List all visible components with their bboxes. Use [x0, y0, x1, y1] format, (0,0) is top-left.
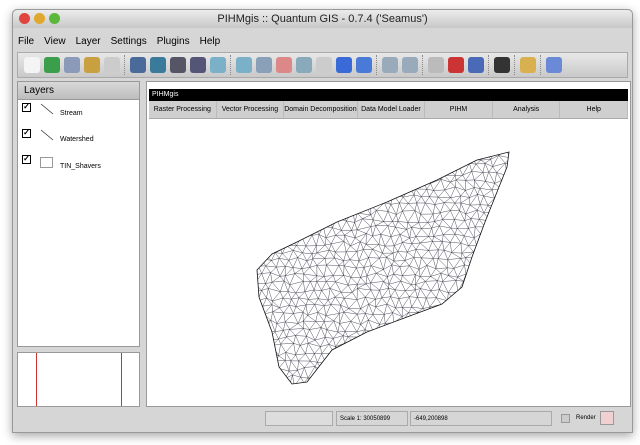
layer-item[interactable]: ✓ TIN_Shavers	[18, 152, 139, 178]
layer-checkbox[interactable]: ✓	[22, 155, 31, 164]
polygon-symbol-icon	[40, 157, 53, 168]
new-project-icon[interactable]	[24, 57, 40, 73]
whats-this-icon[interactable]	[494, 57, 510, 73]
plugin-b-icon[interactable]	[546, 57, 562, 73]
add-raster-icon[interactable]	[130, 57, 146, 73]
pihm-menu-item[interactable]: Analysis	[493, 101, 561, 118]
pihm-menu-item[interactable]: Vector Processing	[217, 101, 285, 118]
toolbar-separator	[540, 55, 542, 75]
toolbar-separator	[376, 55, 378, 75]
close-button[interactable]	[19, 13, 30, 24]
mesh-edges	[257, 152, 509, 384]
layer-item[interactable]: ✓ Watershed	[18, 126, 139, 152]
pihm-menu-item[interactable]: Data Model Loader	[358, 101, 426, 118]
menu-bar: File View Layer Settings Plugins Help	[17, 34, 221, 49]
pihm-menu-item[interactable]: Domain Decomposition	[284, 101, 358, 118]
add-vector-icon[interactable]	[150, 57, 166, 73]
pihm-menu-item[interactable]: Help	[560, 101, 629, 118]
menu-settings[interactable]: Settings	[110, 34, 148, 49]
line-symbol-icon	[40, 129, 54, 141]
scale-display: Scale 1: 30050899	[336, 411, 408, 426]
save-project-icon[interactable]	[64, 57, 80, 73]
toolbar-separator	[514, 55, 516, 75]
pan-icon[interactable]	[316, 57, 332, 73]
zoom-out-icon[interactable]	[236, 57, 252, 73]
menu-view[interactable]: View	[43, 34, 67, 49]
render-checkbox[interactable]	[561, 414, 570, 423]
layer-checkbox[interactable]: ✓	[22, 129, 31, 138]
open-project-icon[interactable]	[44, 57, 60, 73]
coordinate-display: -649,200898	[410, 411, 552, 426]
tin-mesh	[256, 151, 510, 385]
map-canvas[interactable]: PIHMgis Raster Processing Vector Processi…	[146, 81, 631, 407]
menu-help[interactable]: Help	[199, 34, 222, 49]
overview-panel[interactable]	[17, 352, 140, 407]
measure-icon[interactable]	[428, 57, 444, 73]
show-layer-icon[interactable]	[170, 57, 186, 73]
identify-icon[interactable]	[382, 57, 398, 73]
menu-plugins[interactable]: Plugins	[156, 34, 191, 49]
toolbar	[17, 52, 628, 78]
select-icon[interactable]	[402, 57, 418, 73]
zoom-select-icon[interactable]	[276, 57, 292, 73]
zoom-full-icon[interactable]	[256, 57, 272, 73]
main-window: PIHMgis :: Quantum GIS - 0.7.4 ('Seamus'…	[12, 9, 633, 433]
toolbar-separator	[488, 55, 490, 75]
minimize-button[interactable]	[34, 13, 45, 24]
layer-name: TIN_Shavers	[60, 163, 101, 170]
layer-item[interactable]: ✓ Stream	[18, 100, 139, 126]
pihm-toolbar-title: PIHMgis	[149, 89, 628, 101]
pihm-menu-item[interactable]: Raster Processing	[149, 101, 217, 118]
hide-layer-icon[interactable]	[190, 57, 206, 73]
title-bar: PIHMgis :: Quantum GIS - 0.7.4 ('Seamus'…	[13, 10, 632, 28]
zoom-in-icon[interactable]	[210, 57, 226, 73]
plugin-a-icon[interactable]	[520, 57, 536, 73]
layer-name: Watershed	[60, 136, 94, 143]
toolbar-separator	[422, 55, 424, 75]
layer-name: Stream	[60, 110, 83, 117]
pihm-menu-item[interactable]: PIHM	[425, 101, 493, 118]
toolbar-separator	[124, 55, 126, 75]
menu-layer[interactable]: Layer	[75, 34, 102, 49]
render-label: Render	[576, 415, 596, 421]
capture-icon[interactable]	[448, 57, 464, 73]
zoom-last-icon[interactable]	[336, 57, 352, 73]
print-icon[interactable]	[104, 57, 120, 73]
zoom-button[interactable]	[49, 13, 60, 24]
refresh-icon[interactable]	[356, 57, 372, 73]
status-bar: Scale 1: 30050899 -649,200898 Render	[13, 408, 632, 432]
menu-file[interactable]: File	[17, 34, 35, 49]
layers-panel: Layers ✓ Stream ✓ Watershed ✓ TIN_Shavers	[17, 81, 140, 347]
save-as-icon[interactable]	[84, 57, 100, 73]
layers-header: Layers	[18, 82, 139, 100]
zoom-layer-icon[interactable]	[296, 57, 312, 73]
projection-icon[interactable]	[600, 411, 614, 425]
layer-checkbox[interactable]: ✓	[22, 103, 31, 112]
window-title: PIHMgis :: Quantum GIS - 0.7.4 ('Seamus'…	[217, 13, 428, 25]
progress-box	[265, 411, 333, 426]
line-symbol-icon	[40, 103, 54, 115]
toolbar-separator	[230, 55, 232, 75]
attribute-table-icon[interactable]	[468, 57, 484, 73]
pihm-menu: Raster Processing Vector Processing Domain…	[149, 101, 629, 119]
